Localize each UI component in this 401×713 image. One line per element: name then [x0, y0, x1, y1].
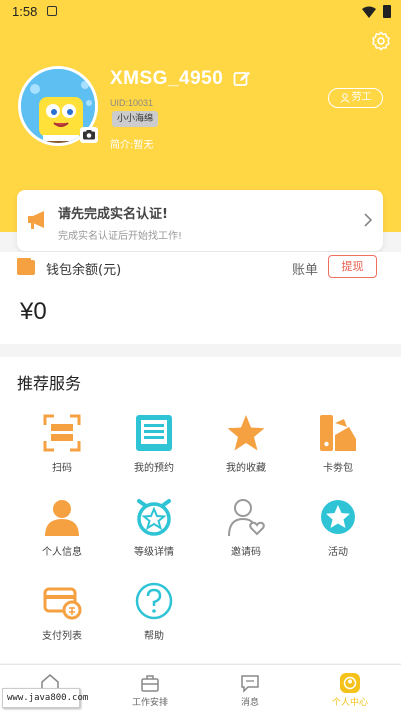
service-label: 支付列表: [42, 631, 82, 642]
tab-messages[interactable]: 消息: [200, 665, 300, 713]
star-icon: [227, 415, 265, 451]
message-icon: [241, 675, 259, 693]
worker-role-button[interactable]: 劳工: [328, 88, 383, 108]
watermark: www.java800.com: [2, 688, 88, 708]
battery-icon: [383, 5, 391, 18]
service-level[interactable]: 等级详情: [109, 497, 199, 567]
tab-label: 工作安排: [131, 698, 168, 708]
wallet-label: 钱包余额(元): [46, 263, 122, 278]
user-bio: 简介:暂无: [110, 140, 154, 151]
service-favorites[interactable]: 我的收藏: [201, 413, 291, 483]
appointment-icon: [136, 415, 172, 451]
service-appointment[interactable]: 我的预约: [109, 413, 199, 483]
notification-icon: [47, 6, 57, 16]
megaphone-icon: [28, 211, 44, 229]
service-scan[interactable]: 扫码: [17, 413, 107, 483]
service-card-wallet[interactable]: 卡劵包: [293, 413, 383, 483]
wifi-icon: [362, 6, 376, 18]
camera-icon: [83, 130, 95, 140]
tab-profile[interactable]: 个人中心: [300, 665, 400, 713]
invite-icon: [228, 499, 265, 537]
status-bar: 1:58: [0, 0, 401, 24]
tab-label: 个人中心: [331, 698, 368, 708]
username: XMSG_4950: [110, 68, 224, 89]
services-title: 推荐服务: [17, 374, 82, 393]
service-label: 等级详情: [134, 547, 174, 558]
service-label: 扫码: [52, 463, 72, 474]
person-outline-icon: [340, 93, 349, 103]
payment-icon: [43, 587, 82, 620]
service-label: 活动: [328, 547, 348, 558]
recommended-services: 推荐服务 扫码 我的预约 我的收藏 卡劵包 个人信息 等级详情 邀请码 活动 支…: [0, 357, 401, 663]
gear-icon[interactable]: [370, 30, 392, 52]
service-help[interactable]: 帮助: [109, 581, 199, 651]
user-id: UID:10031: [110, 98, 154, 108]
user-tag: 小小海绵: [112, 111, 159, 127]
service-label: 我的收藏: [226, 463, 266, 474]
status-time: 1:58: [12, 4, 38, 19]
edit-icon[interactable]: [233, 70, 251, 88]
service-personal-info[interactable]: 个人信息: [17, 497, 107, 567]
service-label: 个人信息: [42, 547, 82, 558]
wallet-icon: [17, 258, 35, 275]
verify-title: 请先完成实名认证!: [58, 207, 168, 222]
camera-button[interactable]: [80, 127, 98, 143]
tab-work-schedule[interactable]: 工作安排: [100, 665, 200, 713]
profile-icon: [340, 673, 360, 693]
wallet-section: 钱包余额(元) 账单 提现 ¥0: [0, 252, 401, 344]
help-icon: [135, 582, 173, 620]
briefcase-icon: [141, 675, 159, 692]
verify-subtitle: 完成实名认证后开始找工作!: [58, 231, 183, 242]
withdraw-button[interactable]: 提现: [328, 255, 377, 278]
service-label: 帮助: [144, 631, 164, 642]
service-label: 邀请码: [231, 547, 261, 558]
worker-role-label: 劳工: [351, 92, 372, 103]
service-label: 我的预约: [134, 463, 174, 474]
service-invite[interactable]: 邀请码: [201, 497, 291, 567]
wallet-balance: ¥0: [20, 298, 47, 325]
service-activity[interactable]: 活动: [293, 497, 383, 567]
scan-icon: [43, 414, 81, 452]
activity-icon: [321, 500, 355, 534]
chevron-right-icon: [364, 213, 373, 227]
service-payment-list[interactable]: 支付列表: [17, 581, 107, 651]
card-wallet-icon: [320, 415, 356, 451]
level-icon: [137, 499, 171, 536]
service-label: 卡劵包: [323, 463, 353, 474]
person-icon: [45, 500, 79, 536]
bill-link[interactable]: 账单: [292, 259, 318, 278]
tab-label: 消息: [240, 698, 259, 708]
verify-banner[interactable]: 请先完成实名认证! 完成实名认证后开始找工作!: [17, 190, 383, 251]
